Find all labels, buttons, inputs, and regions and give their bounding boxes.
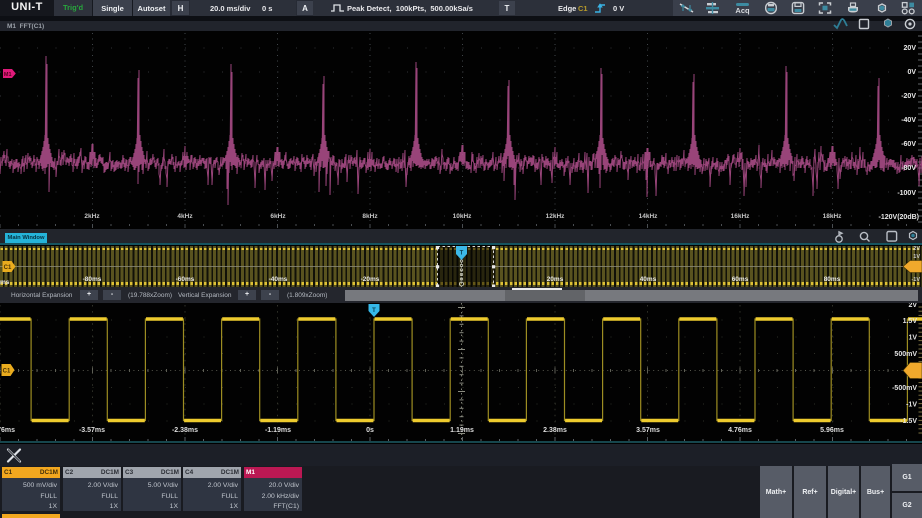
svg-text:2kHz: 2kHz — [84, 213, 100, 220]
svg-text:4kHz: 4kHz — [177, 213, 193, 220]
svg-text:C1: C1 — [4, 265, 12, 271]
svg-text:2.38ms: 2.38ms — [543, 427, 567, 434]
svg-text:1.19ms: 1.19ms — [450, 427, 474, 434]
svg-text:-100V: -100V — [897, 190, 916, 197]
svg-text:-120V(20dB): -120V(20dB) — [879, 214, 919, 221]
svg-text:20ms: 20ms — [547, 276, 564, 283]
svg-text:0V: 0V — [907, 69, 916, 76]
svg-text:-60ms: -60ms — [176, 276, 195, 283]
svg-text:-3.57ms: -3.57ms — [79, 427, 105, 434]
svg-text:-60V: -60V — [901, 141, 916, 148]
svg-text:T: T — [372, 308, 376, 314]
svg-text:2V: 2V — [913, 246, 920, 252]
svg-text:T: T — [460, 250, 464, 256]
svg-text:500mV: 500mV — [894, 351, 917, 358]
svg-text:6kHz: 6kHz — [270, 213, 286, 220]
svg-text:-40ms: -40ms — [269, 276, 288, 283]
svg-text:3.57ms: 3.57ms — [636, 427, 660, 434]
svg-text:60ms: 60ms — [732, 276, 749, 283]
svg-text:1V: 1V — [908, 335, 917, 342]
svg-text:0s: 0s — [366, 427, 374, 434]
svg-text:80ms: 80ms — [824, 276, 841, 283]
svg-text:12kHz: 12kHz — [546, 213, 566, 220]
svg-text:14kHz: 14kHz — [639, 213, 659, 220]
svg-text:8kHz: 8kHz — [362, 213, 378, 220]
svg-text:-500mV: -500mV — [892, 385, 917, 392]
svg-text:-1V: -1V — [911, 277, 920, 283]
svg-text:C1: C1 — [3, 369, 11, 375]
svg-text:-1V: -1V — [906, 402, 917, 409]
svg-text:Acq: Acq — [735, 6, 750, 15]
svg-text:2V: 2V — [908, 303, 917, 309]
svg-text:5.96ms: 5.96ms — [820, 427, 844, 434]
svg-text:-2.38ms: -2.38ms — [172, 427, 198, 434]
svg-text:ms: ms — [0, 279, 10, 286]
svg-text:-40V: -40V — [901, 117, 916, 124]
svg-text:-80V: -80V — [901, 165, 916, 172]
svg-text:16kHz: 16kHz — [731, 213, 751, 220]
svg-text:-1.5V: -1.5V — [900, 418, 917, 425]
svg-text:18kHz: 18kHz — [823, 213, 843, 220]
svg-text:-4.76ms: -4.76ms — [0, 427, 15, 434]
svg-text:M1: M1 — [4, 72, 12, 78]
svg-text:-20V: -20V — [901, 93, 916, 100]
svg-text:1.5V: 1.5V — [903, 318, 918, 325]
svg-text:-20ms: -20ms — [361, 276, 380, 283]
svg-text:-1.19ms: -1.19ms — [265, 427, 291, 434]
svg-text:-80ms: -80ms — [83, 276, 102, 283]
svg-text:20V: 20V — [904, 45, 917, 52]
svg-text:10kHz: 10kHz — [453, 213, 473, 220]
svg-text:4.76ms: 4.76ms — [728, 427, 752, 434]
svg-text:40ms: 40ms — [640, 276, 657, 283]
